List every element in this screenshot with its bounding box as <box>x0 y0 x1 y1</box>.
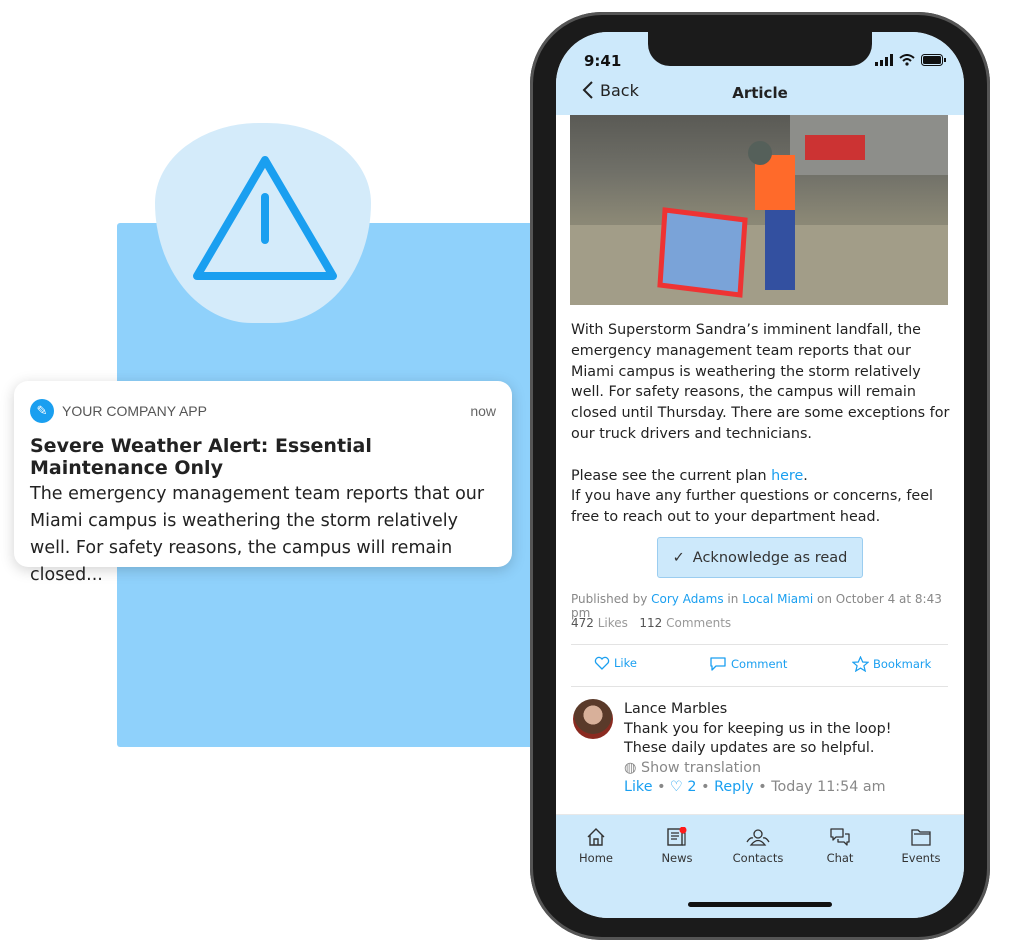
tab-label: Chat <box>826 851 854 865</box>
comments-count: 112 <box>639 616 663 630</box>
check-icon: ✓ <box>672 549 685 566</box>
tab-home[interactable]: Home <box>556 827 636 865</box>
reply-button[interactable]: Reply <box>714 779 754 795</box>
app-name: YOUR COMPANY APP <box>62 403 207 419</box>
channel-link[interactable]: Local Miami <box>742 592 813 606</box>
avatar[interactable] <box>573 699 613 739</box>
show-translation-button[interactable]: ◍ Show translation <box>624 759 891 779</box>
star-icon <box>852 656 869 672</box>
text: Please see the current plan <box>571 467 772 484</box>
warning-icon <box>193 156 337 280</box>
tab-label: Events <box>901 851 941 865</box>
heart-icon <box>594 656 610 670</box>
comment-likes-count: 2 <box>687 779 697 795</box>
app-logo-icon: ✎ <box>30 399 54 423</box>
signal-icon <box>875 54 893 66</box>
text: . <box>803 467 808 484</box>
acknowledge-button[interactable]: ✓ Acknowledge as read <box>657 537 863 578</box>
tab-chat[interactable]: Chat <box>800 827 880 865</box>
likes-count: 472 <box>571 616 594 630</box>
news-icon <box>667 827 687 846</box>
acknowledge-label: Acknowledge as read <box>692 549 848 566</box>
divider <box>571 644 948 645</box>
tab-label: Home <box>579 851 613 865</box>
comment-label: Comment <box>731 656 788 671</box>
comment-author[interactable]: Lance Marbles <box>624 700 891 720</box>
tab-label: Contacts <box>732 851 784 865</box>
plan-link[interactable]: here <box>771 468 803 484</box>
author-link[interactable]: Cory Adams <box>651 592 723 606</box>
counts: 472 Likes 112 Comments <box>571 616 731 630</box>
notification-time: now <box>470 403 496 419</box>
comment-text: Thank you for keeping us in the loop! <box>624 720 892 737</box>
comment-button[interactable]: Comment <box>709 656 787 671</box>
folder-icon <box>911 829 931 846</box>
article-paragraph: If you have any further questions or con… <box>571 488 933 526</box>
comment-like-button[interactable]: Like <box>624 779 653 795</box>
wifi-icon <box>899 54 915 66</box>
status-time: 9:41 <box>584 52 622 70</box>
battery-icon <box>921 54 946 66</box>
tab-events[interactable]: Events <box>881 827 961 865</box>
like-label: Like <box>614 656 637 670</box>
home-indicator <box>688 902 832 907</box>
status-icons <box>875 54 946 66</box>
article-paragraph: Please see the current plan here. <box>571 466 956 487</box>
globe-icon: ◍ <box>624 759 637 776</box>
contacts-icon <box>746 829 770 846</box>
likes-label: Likes <box>597 616 628 630</box>
chat-icon <box>830 828 850 846</box>
page-title: Article <box>732 84 788 102</box>
text: in <box>723 592 743 606</box>
home-icon <box>587 828 605 846</box>
article-paragraph: With Superstorm Sandra’s imminent landfa… <box>571 322 950 442</box>
comment: Lance Marbles Thank you for keeping us i… <box>624 700 892 795</box>
phone-screen: 9:41 Back Article With Superstorm Sandra… <box>556 32 964 918</box>
comment-icon <box>710 657 726 671</box>
notification-title: Severe Weather Alert: Essential Maintena… <box>30 435 372 479</box>
comment-text: These daily updates are so helpful. <box>624 740 875 756</box>
heart-icon: ♡ <box>670 779 683 795</box>
bookmark-button[interactable]: Bookmark <box>852 656 931 672</box>
phone-notch <box>648 30 872 66</box>
divider <box>571 686 948 687</box>
article-image <box>570 115 948 305</box>
tab-label: News <box>661 851 693 865</box>
push-notification[interactable]: ✎ YOUR COMPANY APP now Severe Weather Aler… <box>14 381 512 585</box>
flood-photo <box>570 115 948 305</box>
comments-label: Comments <box>666 616 732 630</box>
article-body: With Superstorm Sandra’s imminent landfa… <box>571 320 956 528</box>
notification-body: The emergency management team reports th… <box>30 484 485 585</box>
comment-time: Today 11:54 am <box>771 779 886 795</box>
like-button[interactable]: Like <box>594 656 637 670</box>
bookmark-label: Bookmark <box>873 657 932 671</box>
text: Published by <box>571 592 652 606</box>
tab-news[interactable]: News <box>637 827 717 865</box>
tab-contacts[interactable]: Contacts <box>718 827 798 865</box>
translation-label: Show translation <box>641 759 762 776</box>
